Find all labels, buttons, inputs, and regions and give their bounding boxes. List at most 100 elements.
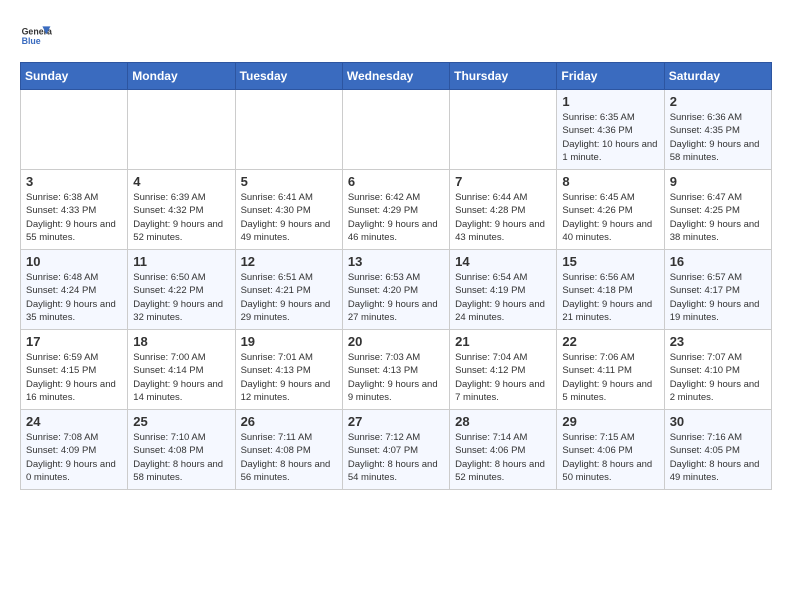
day-info: Sunrise: 6:41 AM Sunset: 4:30 PM Dayligh… <box>241 191 337 244</box>
calendar-table: SundayMondayTuesdayWednesdayThursdayFrid… <box>20 62 772 490</box>
column-header-monday: Monday <box>128 63 235 90</box>
day-number: 22 <box>562 334 658 349</box>
day-info: Sunrise: 7:15 AM Sunset: 4:06 PM Dayligh… <box>562 431 658 484</box>
calendar-cell: 18Sunrise: 7:00 AM Sunset: 4:14 PM Dayli… <box>128 330 235 410</box>
day-number: 27 <box>348 414 444 429</box>
day-info: Sunrise: 7:12 AM Sunset: 4:07 PM Dayligh… <box>348 431 444 484</box>
day-info: Sunrise: 6:44 AM Sunset: 4:28 PM Dayligh… <box>455 191 551 244</box>
day-info: Sunrise: 6:39 AM Sunset: 4:32 PM Dayligh… <box>133 191 229 244</box>
day-number: 13 <box>348 254 444 269</box>
calendar-week-row: 3 Sunrise: 6:38 AM Sunset: 4:33 PM Daylig… <box>21 170 772 250</box>
day-number: 3 <box>26 174 122 189</box>
column-header-friday: Friday <box>557 63 664 90</box>
day-number: 20 <box>348 334 444 349</box>
calendar-cell: 8 Sunrise: 6:45 AM Sunset: 4:26 PM Daylig… <box>557 170 664 250</box>
day-info: Sunrise: 6:35 AM Sunset: 4:36 PM Dayligh… <box>562 111 658 164</box>
day-info: Sunrise: 6:56 AM Sunset: 4:18 PM Dayligh… <box>562 271 658 324</box>
calendar-header-row: SundayMondayTuesdayWednesdayThursdayFrid… <box>21 63 772 90</box>
day-number: 1 <box>562 94 658 109</box>
calendar-cell: 30 Sunrise: 7:16 AM Sunset: 4:05 PM Dayli… <box>664 410 771 490</box>
day-number: 14 <box>455 254 551 269</box>
day-number: 15 <box>562 254 658 269</box>
calendar-week-row: 1 Sunrise: 6:35 AM Sunset: 4:36 PM Daylig… <box>21 90 772 170</box>
calendar-cell <box>21 90 128 170</box>
day-info: Sunrise: 7:14 AM Sunset: 4:06 PM Dayligh… <box>455 431 551 484</box>
calendar-cell <box>450 90 557 170</box>
calendar-cell: 7 Sunrise: 6:44 AM Sunset: 4:28 PM Daylig… <box>450 170 557 250</box>
day-number: 26 <box>241 414 337 429</box>
column-header-thursday: Thursday <box>450 63 557 90</box>
calendar-cell: 1 Sunrise: 6:35 AM Sunset: 4:36 PM Daylig… <box>557 90 664 170</box>
calendar-cell: 10 Sunrise: 6:48 AM Sunset: 4:24 PM Dayli… <box>21 250 128 330</box>
day-info: Sunrise: 7:06 AM Sunset: 4:11 PM Dayligh… <box>562 351 658 404</box>
day-number: 28 <box>455 414 551 429</box>
calendar-cell: 21 Sunrise: 7:04 AM Sunset: 4:12 PM Dayli… <box>450 330 557 410</box>
calendar-cell <box>342 90 449 170</box>
calendar-cell: 26Sunrise: 7:11 AM Sunset: 4:08 PM Dayli… <box>235 410 342 490</box>
calendar-cell: 12 Sunrise: 6:51 AM Sunset: 4:21 PM Dayli… <box>235 250 342 330</box>
day-number: 5 <box>241 174 337 189</box>
day-info: Sunrise: 7:08 AM Sunset: 4:09 PM Dayligh… <box>26 431 122 484</box>
calendar-cell: 28 Sunrise: 7:14 AM Sunset: 4:06 PM Dayli… <box>450 410 557 490</box>
calendar-cell: 24 Sunrise: 7:08 AM Sunset: 4:09 PM Dayli… <box>21 410 128 490</box>
day-info: Sunrise: 6:47 AM Sunset: 4:25 PM Dayligh… <box>670 191 766 244</box>
column-header-saturday: Saturday <box>664 63 771 90</box>
day-number: 7 <box>455 174 551 189</box>
calendar-cell: 9 Sunrise: 6:47 AM Sunset: 4:25 PM Daylig… <box>664 170 771 250</box>
day-number: 12 <box>241 254 337 269</box>
day-info: Sunrise: 6:36 AM Sunset: 4:35 PM Dayligh… <box>670 111 766 164</box>
day-info: Sunrise: 6:57 AM Sunset: 4:17 PM Dayligh… <box>670 271 766 324</box>
calendar-cell: 22 Sunrise: 7:06 AM Sunset: 4:11 PM Dayli… <box>557 330 664 410</box>
calendar-cell: 2 Sunrise: 6:36 AM Sunset: 4:35 PM Daylig… <box>664 90 771 170</box>
day-number: 11 <box>133 254 229 269</box>
day-info: Sunrise: 7:07 AM Sunset: 4:10 PM Dayligh… <box>670 351 766 404</box>
day-info: Sunrise: 6:48 AM Sunset: 4:24 PM Dayligh… <box>26 271 122 324</box>
day-number: 29 <box>562 414 658 429</box>
calendar-cell: 4 Sunrise: 6:39 AM Sunset: 4:32 PM Daylig… <box>128 170 235 250</box>
column-header-sunday: Sunday <box>21 63 128 90</box>
day-info: Sunrise: 6:42 AM Sunset: 4:29 PM Dayligh… <box>348 191 444 244</box>
calendar-cell: 16 Sunrise: 6:57 AM Sunset: 4:17 PM Dayli… <box>664 250 771 330</box>
calendar-cell: 19Sunrise: 7:01 AM Sunset: 4:13 PM Dayli… <box>235 330 342 410</box>
calendar-cell: 17Sunrise: 6:59 AM Sunset: 4:15 PM Dayli… <box>21 330 128 410</box>
day-info: Sunrise: 7:10 AM Sunset: 4:08 PM Dayligh… <box>133 431 229 484</box>
calendar-cell: 29 Sunrise: 7:15 AM Sunset: 4:06 PM Dayli… <box>557 410 664 490</box>
day-info: Sunrise: 6:50 AM Sunset: 4:22 PM Dayligh… <box>133 271 229 324</box>
day-info: Sunrise: 6:51 AM Sunset: 4:21 PM Dayligh… <box>241 271 337 324</box>
calendar-week-row: 10 Sunrise: 6:48 AM Sunset: 4:24 PM Dayli… <box>21 250 772 330</box>
calendar-cell: 15 Sunrise: 6:56 AM Sunset: 4:18 PM Dayli… <box>557 250 664 330</box>
day-number: 24 <box>26 414 122 429</box>
page-header: General Blue <box>20 20 772 52</box>
day-info: Sunrise: 6:59 AM Sunset: 4:15 PM Dayligh… <box>26 351 122 404</box>
day-info: Sunrise: 6:45 AM Sunset: 4:26 PM Dayligh… <box>562 191 658 244</box>
day-info: Sunrise: 7:00 AM Sunset: 4:14 PM Dayligh… <box>133 351 229 404</box>
day-number: 6 <box>348 174 444 189</box>
svg-text:Blue: Blue <box>22 36 41 46</box>
day-info: Sunrise: 7:01 AM Sunset: 4:13 PM Dayligh… <box>241 351 337 404</box>
day-number: 25 <box>133 414 229 429</box>
calendar-week-row: 24 Sunrise: 7:08 AM Sunset: 4:09 PM Dayli… <box>21 410 772 490</box>
calendar-cell <box>128 90 235 170</box>
day-info: Sunrise: 6:38 AM Sunset: 4:33 PM Dayligh… <box>26 191 122 244</box>
day-number: 4 <box>133 174 229 189</box>
day-number: 16 <box>670 254 766 269</box>
calendar-cell: 3 Sunrise: 6:38 AM Sunset: 4:33 PM Daylig… <box>21 170 128 250</box>
calendar-cell: 5 Sunrise: 6:41 AM Sunset: 4:30 PM Daylig… <box>235 170 342 250</box>
logo-icon: General Blue <box>20 20 52 52</box>
day-info: Sunrise: 7:04 AM Sunset: 4:12 PM Dayligh… <box>455 351 551 404</box>
day-number: 23 <box>670 334 766 349</box>
calendar-cell <box>235 90 342 170</box>
day-number: 10 <box>26 254 122 269</box>
day-number: 9 <box>670 174 766 189</box>
day-info: Sunrise: 6:54 AM Sunset: 4:19 PM Dayligh… <box>455 271 551 324</box>
calendar-cell: 13 Sunrise: 6:53 AM Sunset: 4:20 PM Dayli… <box>342 250 449 330</box>
day-info: Sunrise: 7:16 AM Sunset: 4:05 PM Dayligh… <box>670 431 766 484</box>
calendar-cell: 20Sunrise: 7:03 AM Sunset: 4:13 PM Dayli… <box>342 330 449 410</box>
day-number: 2 <box>670 94 766 109</box>
day-number: 30 <box>670 414 766 429</box>
logo: General Blue <box>20 20 56 52</box>
calendar-cell: 27 Sunrise: 7:12 AM Sunset: 4:07 PM Dayli… <box>342 410 449 490</box>
day-number: 21 <box>455 334 551 349</box>
day-info: Sunrise: 6:53 AM Sunset: 4:20 PM Dayligh… <box>348 271 444 324</box>
day-number: 8 <box>562 174 658 189</box>
